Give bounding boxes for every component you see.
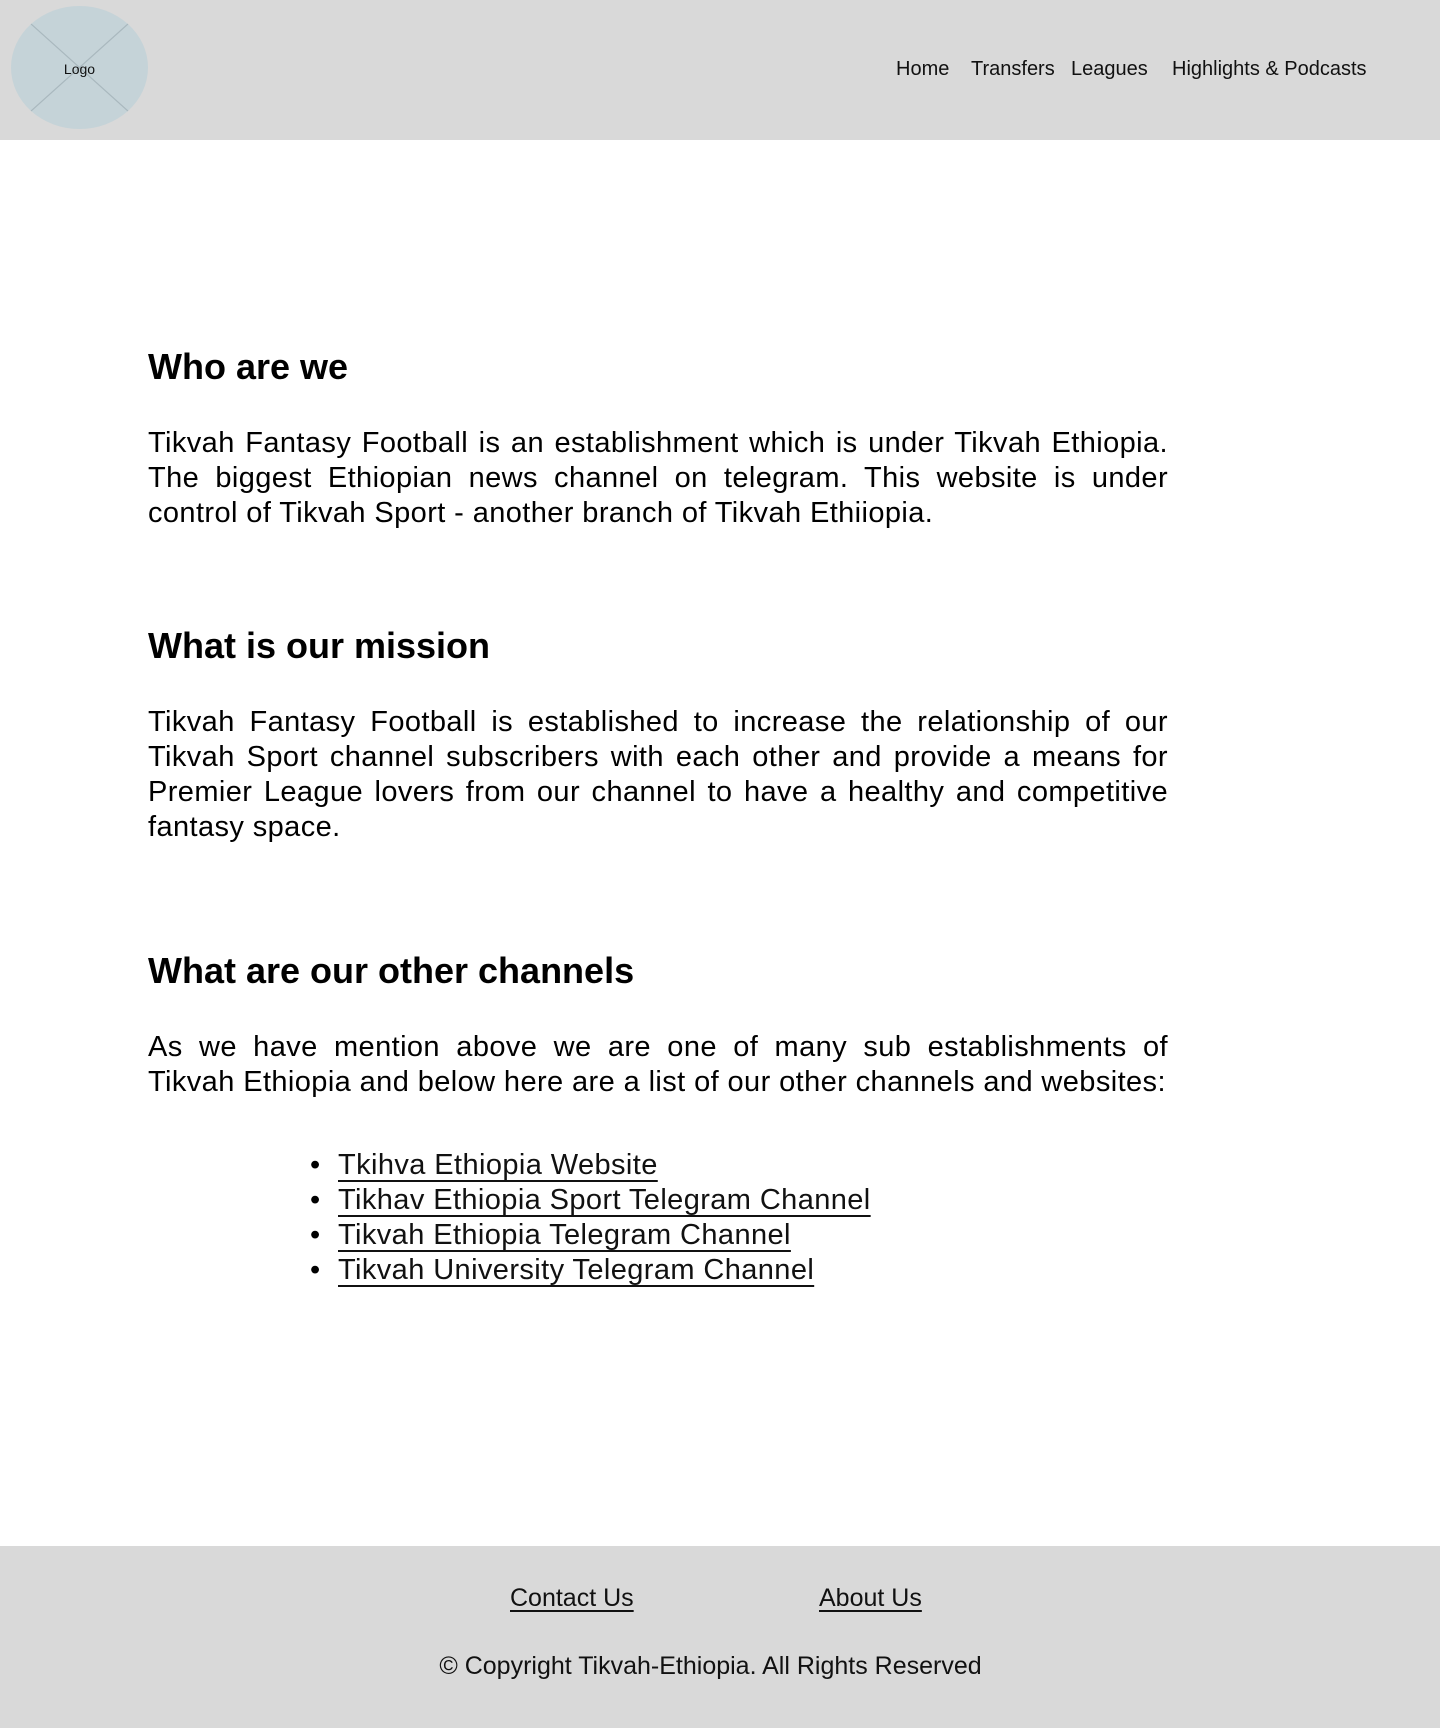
mission-text: Tikvah Fantasy Football is established t… — [148, 706, 1168, 843]
other-channels-section: What are our other channels As we have m… — [148, 943, 1168, 1288]
list-item: • Tikvah University Telegram Channel — [310, 1253, 1168, 1288]
tikvah-sport-telegram-link[interactable]: Tikhav Ethiopia Sport Telegram Channel — [338, 1184, 871, 1216]
logo-label: Logo — [63, 61, 96, 77]
who-are-we-text: Tikvah Fantasy Football is an establishm… — [148, 427, 1168, 529]
bullet-icon: • — [310, 1254, 321, 1286]
site-header: Logo Home Transfers Leagues Highlights &… — [0, 0, 1440, 140]
nav-home-link[interactable]: Home — [896, 55, 949, 83]
site-footer: Contact Us About Us © Copyright Tikvah-E… — [0, 1546, 1440, 1728]
tikvah-ethiopia-telegram-link[interactable]: Tikvah Ethiopia Telegram Channel — [338, 1219, 791, 1251]
who-are-we-section: Who are we Tikvah Fantasy Football is an… — [148, 339, 1168, 531]
list-item: • Tkihva Ethiopia Website — [310, 1148, 1168, 1183]
mission-section: What is our mission Tikvah Fantasy Footb… — [148, 618, 1168, 845]
other-channels-heading: What are our other channels — [148, 950, 635, 991]
logo[interactable]: Logo — [11, 6, 148, 129]
main-content: Who are we Tikvah Fantasy Football is an… — [148, 339, 1168, 1288]
other-channels-text: As we have mention above we are one of m… — [148, 1031, 1168, 1098]
mission-heading: What is our mission — [148, 625, 491, 666]
nav-leagues-link[interactable]: Leagues — [1071, 55, 1148, 83]
nav-highlights-podcasts-link[interactable]: Highlights & Podcasts — [1172, 55, 1367, 83]
contact-us-link[interactable]: Contact Us — [510, 1582, 634, 1614]
bullet-icon: • — [310, 1184, 321, 1216]
copyright-text: © Copyright Tikvah-Ethiopia. All Rights … — [439, 1652, 982, 1680]
tikvah-university-telegram-link[interactable]: Tikvah University Telegram Channel — [338, 1254, 814, 1286]
channels-link-list: • Tkihva Ethiopia Website • Tikhav Ethio… — [148, 1148, 1168, 1288]
bullet-icon: • — [310, 1149, 321, 1181]
nav-transfers-link[interactable]: Transfers — [971, 55, 1055, 83]
bullet-icon: • — [310, 1219, 321, 1251]
who-are-we-heading: Who are we — [148, 346, 349, 387]
list-item: • Tikvah Ethiopia Telegram Channel — [310, 1218, 1168, 1253]
about-us-link[interactable]: About Us — [819, 1582, 922, 1614]
tikvah-website-link[interactable]: Tkihva Ethiopia Website — [338, 1149, 658, 1181]
list-item: • Tikhav Ethiopia Sport Telegram Channel — [310, 1183, 1168, 1218]
